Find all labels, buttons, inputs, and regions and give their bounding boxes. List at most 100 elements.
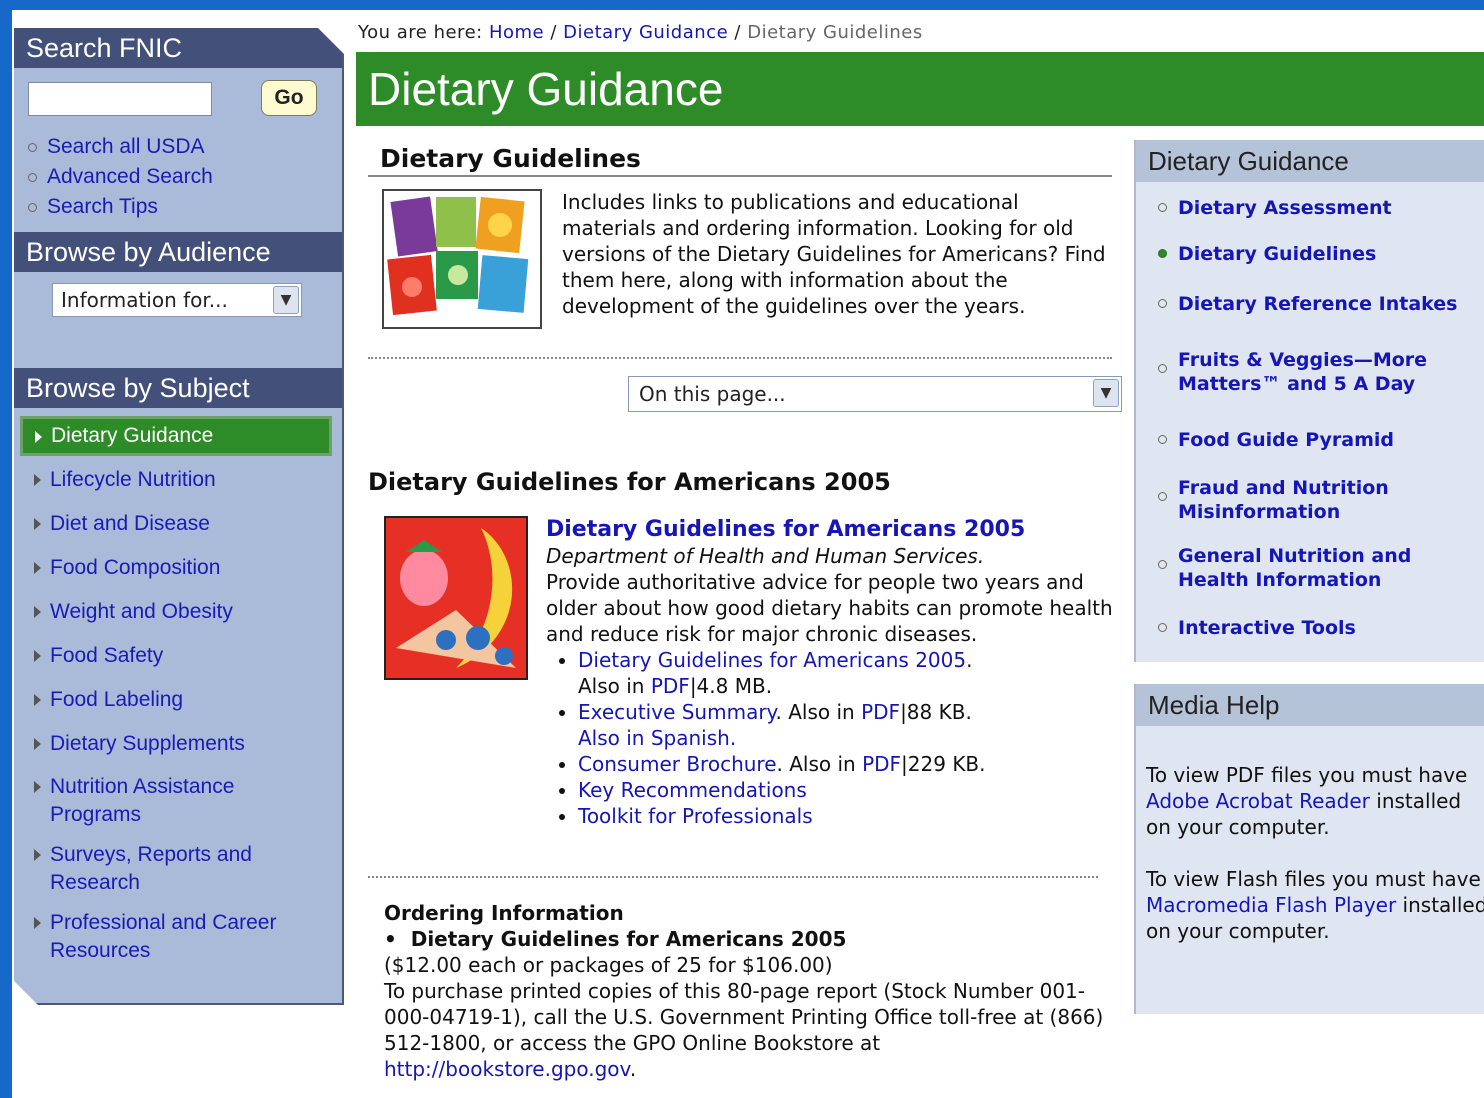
list-item: Key Recommendations: [578, 777, 1122, 803]
dg-2005-pdf-link[interactable]: PDF: [651, 674, 690, 698]
dg-2005-link[interactable]: Dietary Guidelines for Americans 2005: [578, 648, 966, 672]
pdf-help-text: To view PDF files you must have Adobe Ac…: [1146, 763, 1468, 839]
triangle-right-icon: [34, 518, 41, 530]
search-input[interactable]: [28, 82, 212, 116]
intro: Includes links to publications and educa…: [368, 189, 1112, 339]
flash-help-text: To view Flash files you must have Macrom…: [1146, 867, 1484, 943]
triangle-right-icon: [34, 781, 41, 793]
bullet-icon: [1158, 560, 1167, 569]
breadcrumb: You are here: Home / Dietary Guidance / …: [358, 22, 923, 43]
subject-list: Dietary Guidance Lifecycle Nutrition Die…: [14, 416, 342, 965]
flash-player-link[interactable]: Macromedia Flash Player: [1146, 893, 1396, 917]
nav-fruits-veggies[interactable]: Fruits & Veggies—More Matters™ and 5 A D…: [1136, 348, 1448, 396]
bullet-icon: [28, 142, 37, 152]
breadcrumb-current: Dietary Guidelines: [747, 22, 923, 43]
gpo-bookstore-link[interactable]: http://bookstore.gpo.gov: [384, 1057, 630, 1081]
subject-item-food-composition[interactable]: Food Composition: [14, 554, 342, 582]
right-nav-heading: Dietary Guidance: [1136, 140, 1484, 182]
selected-bullet-icon: [1158, 249, 1167, 258]
dg-2005-title-link[interactable]: Dietary Guidelines for Americans 2005: [546, 517, 1025, 542]
bullet-icon: [1158, 203, 1167, 212]
subject-item-surveys-reports-research[interactable]: Surveys, Reports and Research: [14, 841, 290, 897]
bullet-icon: [1158, 623, 1167, 632]
left-sidebar: Search FNIC Go Search all USDA Advanced …: [14, 28, 344, 1005]
ordering-text: To purchase printed copies of this 80-pa…: [384, 979, 1104, 1081]
list-item: Toolkit for Professionals: [578, 803, 1122, 829]
search-row: Go: [14, 68, 342, 132]
triangle-right-icon: [34, 650, 41, 662]
right-nav-box: Dietary Guidance Dietary Assessment Diet…: [1134, 140, 1484, 662]
subject-heading: Browse by Subject: [14, 368, 342, 408]
dg-2005-cover-image: [384, 516, 528, 680]
ordering-info: Ordering Information • Dietary Guideline…: [384, 900, 1124, 1082]
media-help-heading: Media Help: [1136, 684, 1484, 726]
advanced-search-link[interactable]: Advanced Search: [28, 162, 342, 192]
key-recommendations-link[interactable]: Key Recommendations: [578, 778, 807, 802]
spanish-link[interactable]: Also in Spanish.: [578, 726, 736, 750]
divider: [368, 357, 1112, 359]
nav-general-nutrition[interactable]: General Nutrition and Health Information: [1136, 544, 1438, 592]
ordering-heading: Ordering Information: [384, 901, 624, 925]
triangle-right-icon: [34, 562, 41, 574]
nav-dietary-guidelines[interactable]: Dietary Guidelines: [1136, 242, 1484, 266]
audience-heading: Browse by Audience: [14, 232, 342, 272]
search-heading: Search FNIC: [14, 28, 342, 68]
bullet-icon: [1158, 492, 1167, 501]
bullet-icon: [28, 172, 37, 182]
bullet-icon: [1158, 299, 1167, 308]
list-item: Executive Summary. Also in PDF|88 KB. Al…: [578, 699, 1122, 751]
search-links: Search all USDA Advanced Search Search T…: [14, 132, 342, 222]
executive-summary-link[interactable]: Executive Summary: [578, 700, 776, 724]
page-title: Dietary Guidance: [356, 52, 1484, 126]
triangle-right-icon: [34, 694, 41, 706]
page: Search FNIC Go Search all USDA Advanced …: [12, 10, 1484, 1098]
dg-2005-source: Department of Health and Human Services.: [546, 544, 985, 568]
subject-item-diet-and-disease[interactable]: Diet and Disease: [14, 510, 342, 538]
media-help-box: Media Help To view PDF files you must ha…: [1134, 684, 1484, 1014]
subject-item-nutrition-assistance-programs[interactable]: Nutrition Assistance Programs: [14, 773, 280, 829]
bullet-icon: [1158, 435, 1167, 444]
subject-item-lifecycle-nutrition[interactable]: Lifecycle Nutrition: [14, 466, 342, 494]
guidelines-thumbnail-image: [382, 189, 542, 329]
audience-select[interactable]: Information for... ▼: [52, 283, 302, 317]
subject-item-food-safety[interactable]: Food Safety: [14, 642, 342, 670]
breadcrumb-home-link[interactable]: Home: [489, 22, 544, 43]
subject-item-food-labeling[interactable]: Food Labeling: [14, 686, 342, 714]
search-all-usda-link[interactable]: Search all USDA: [28, 132, 342, 162]
nav-dietary-reference-intakes[interactable]: Dietary Reference Intakes: [1136, 292, 1484, 316]
ordering-item: • Dietary Guidelines for Americans 2005: [384, 927, 847, 951]
dg-2005-text: Dietary Guidelines for Americans 2005 De…: [546, 516, 1122, 829]
dg-2005-links: Dietary Guidelines for Americans 2005. A…: [546, 647, 1122, 829]
ordering-price: ($12.00 each or packages of 25 for $106.…: [384, 953, 833, 977]
nav-food-guide-pyramid[interactable]: Food Guide Pyramid: [1136, 428, 1484, 452]
nav-fraud-misinformation[interactable]: Fraud and Nutrition Misinformation: [1136, 476, 1418, 524]
nav-interactive-tools[interactable]: Interactive Tools: [1136, 616, 1484, 640]
search-tips-link[interactable]: Search Tips: [28, 192, 342, 222]
triangle-right-icon: [35, 431, 42, 443]
section-title: Dietary Guidelines: [368, 140, 1112, 177]
consumer-brochure-link[interactable]: Consumer Brochure: [578, 752, 777, 776]
breadcrumb-dietary-guidance-link[interactable]: Dietary Guidance: [563, 22, 728, 43]
triangle-right-icon: [34, 738, 41, 750]
intro-text: Includes links to publications and educa…: [562, 190, 1106, 318]
chevron-down-icon[interactable]: ▼: [273, 286, 299, 314]
toolkit-link[interactable]: Toolkit for Professionals: [578, 804, 813, 828]
go-button[interactable]: Go: [261, 80, 317, 116]
triangle-right-icon: [34, 606, 41, 618]
chevron-down-icon[interactable]: ▼: [1093, 379, 1119, 407]
executive-summary-pdf-link[interactable]: PDF: [861, 700, 900, 724]
nav-dietary-assessment[interactable]: Dietary Assessment: [1136, 196, 1484, 220]
bullet-icon: [1158, 364, 1167, 373]
adobe-reader-link[interactable]: Adobe Acrobat Reader: [1146, 789, 1370, 813]
consumer-brochure-pdf-link[interactable]: PDF: [862, 752, 901, 776]
on-this-page-select[interactable]: On this page... ▼: [628, 376, 1122, 412]
triangle-right-icon: [34, 849, 41, 861]
subject-item-weight-and-obesity[interactable]: Weight and Obesity: [14, 598, 342, 626]
divider: [368, 876, 1098, 878]
list-item: Consumer Brochure. Also in PDF|229 KB.: [578, 751, 1122, 777]
subject-item-professional-career-resources[interactable]: Professional and Career Resources: [14, 909, 310, 965]
triangle-right-icon: [34, 474, 41, 486]
subject-item-dietary-supplements[interactable]: Dietary Supplements: [14, 730, 342, 758]
triangle-right-icon: [34, 917, 41, 929]
subject-item-dietary-guidance[interactable]: Dietary Guidance: [20, 416, 332, 456]
